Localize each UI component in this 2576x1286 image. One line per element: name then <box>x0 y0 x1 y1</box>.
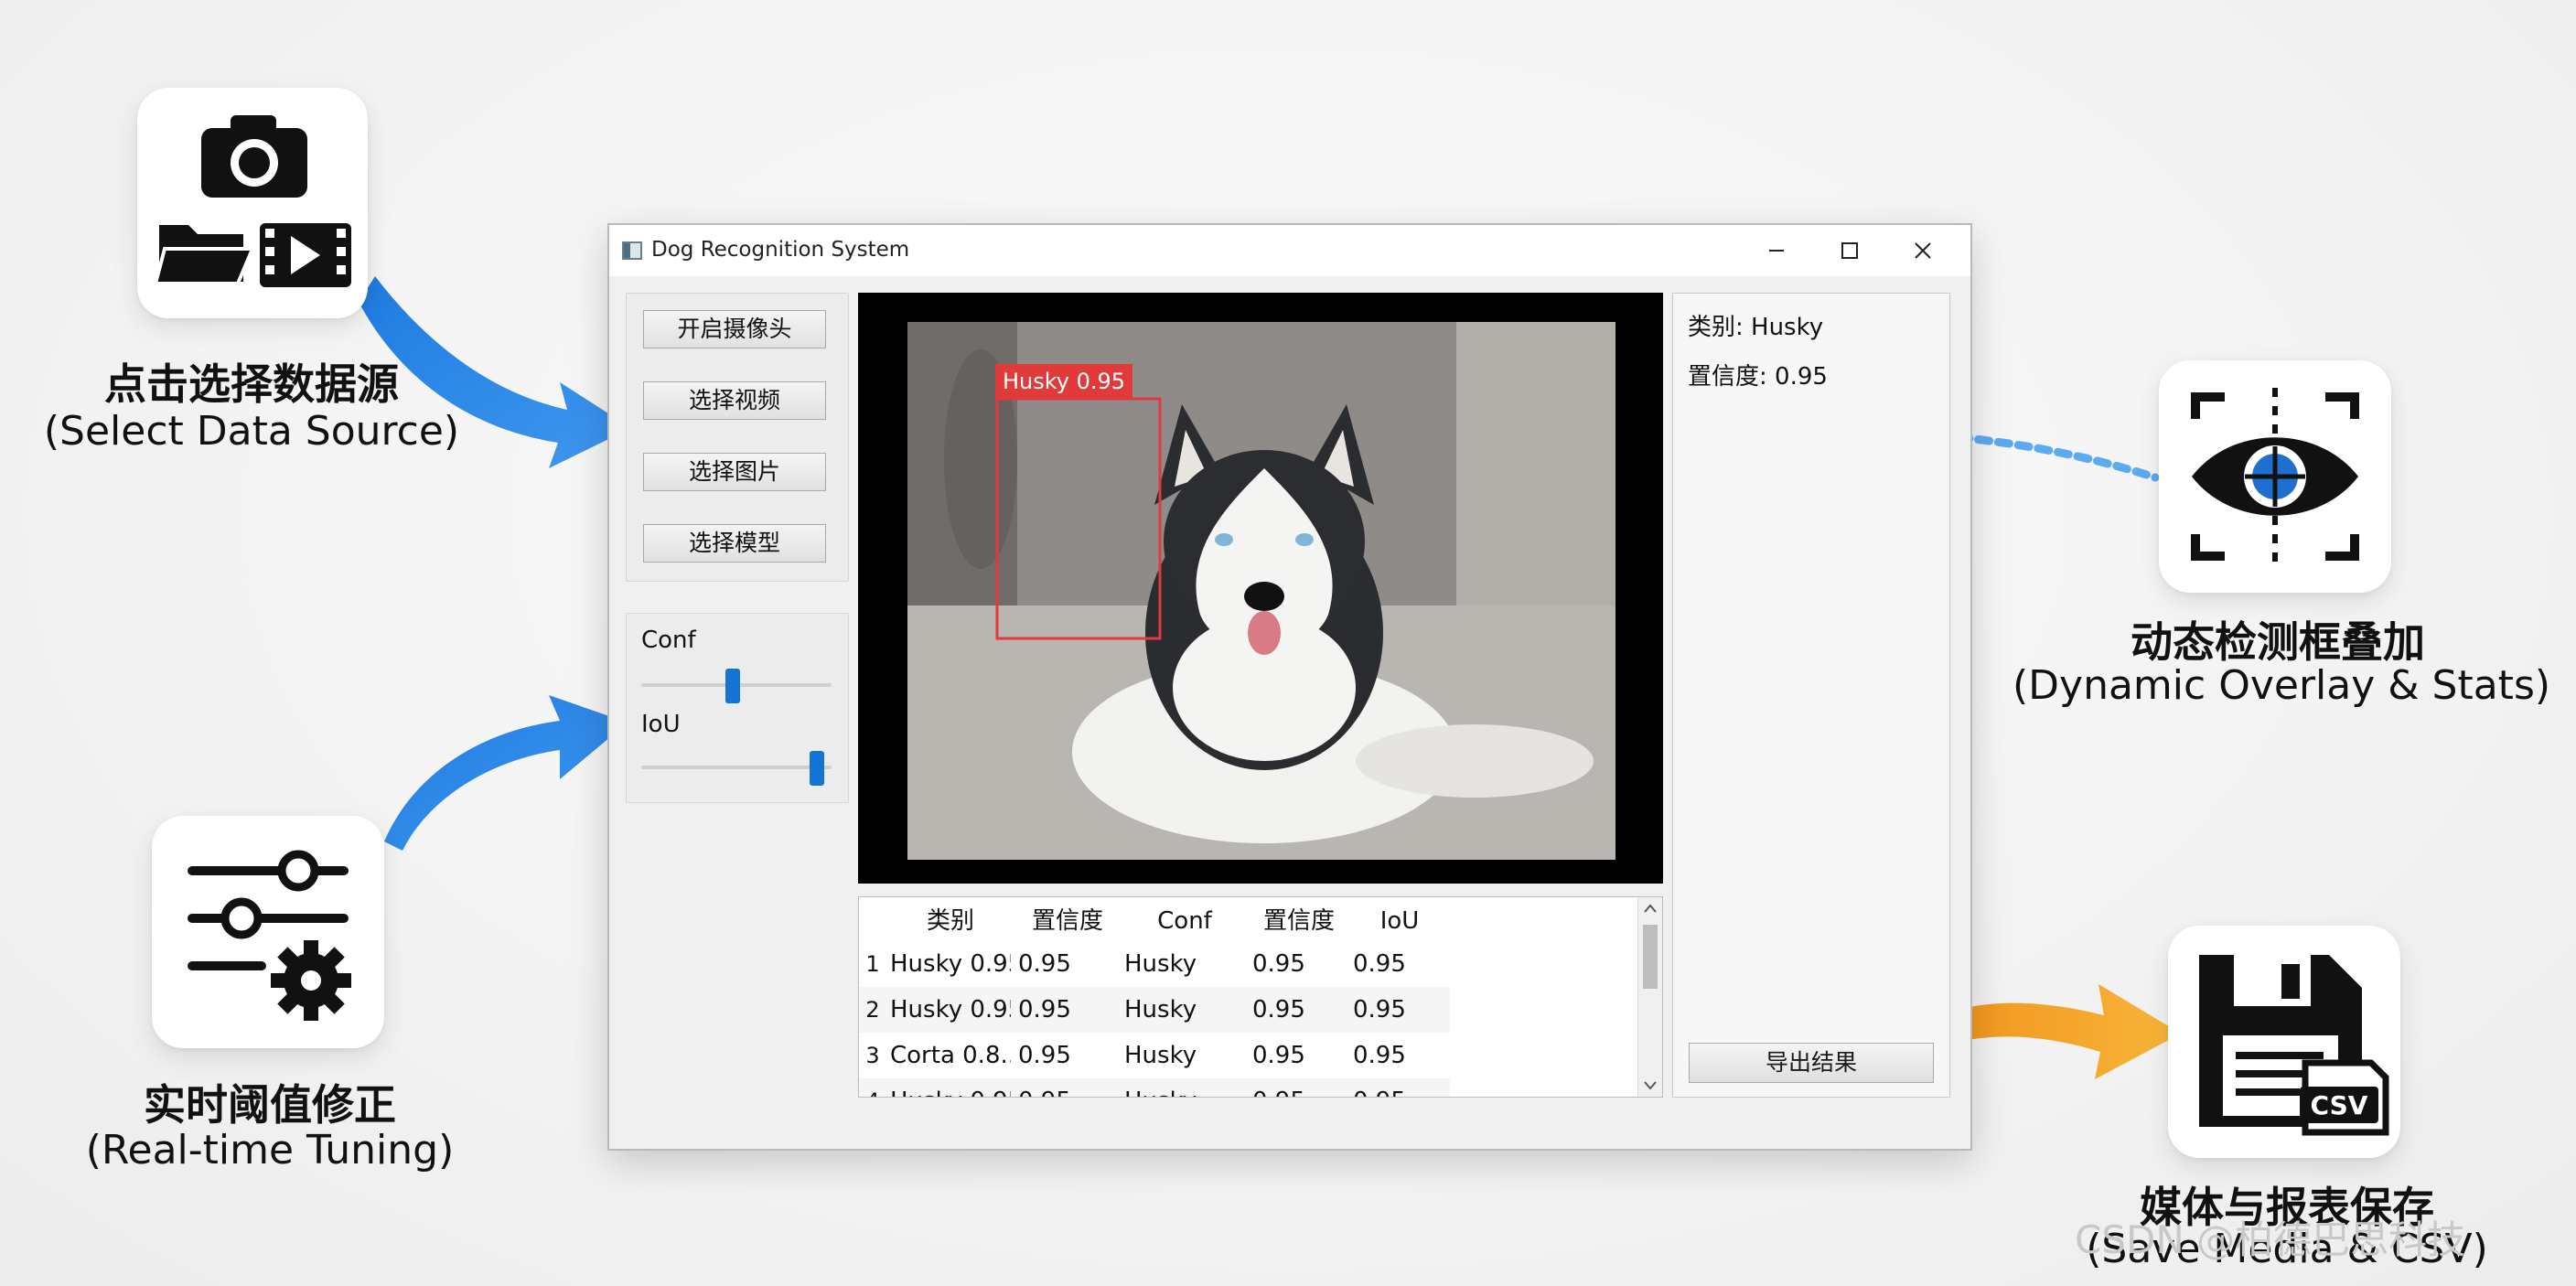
data-source-subtitle: (Select Data Source) <box>43 408 460 455</box>
row-number: 4 <box>859 1078 886 1097</box>
table-row[interactable]: 1 Husky 0.95 0.95 Husky 0.95 0.95 <box>859 941 1450 987</box>
select-model-button[interactable]: 选择模型 <box>643 524 826 563</box>
overlay-title: 动态检测框叠加 <box>2131 617 2425 667</box>
title-bar[interactable]: Dog Recognition System <box>609 225 1970 276</box>
maximize-icon <box>1841 242 1858 259</box>
detection-label: Husky 0.95 <box>1003 369 1125 394</box>
confidence-result: 置信度: 0.95 <box>1688 363 1828 391</box>
eye-target-icon <box>2191 388 2359 565</box>
table-cell: 0.95 <box>1353 1042 1406 1069</box>
close-icon <box>1915 242 1931 259</box>
table-cell: 0.95 <box>1018 1042 1071 1069</box>
video-icon <box>260 223 351 287</box>
table-cell: Husky 0.95 <box>890 1078 1011 1097</box>
iou-slider-handle[interactable] <box>810 751 825 786</box>
camera-icon <box>201 115 307 198</box>
table-cell: 0.95 <box>1252 996 1305 1023</box>
table-header[interactable]: Conf <box>1121 903 1249 939</box>
tuning-card <box>152 816 384 1048</box>
tuning-title: 实时阈值修正 <box>144 1080 396 1130</box>
data-source-card <box>137 88 368 318</box>
conf-label: Conf <box>641 627 696 654</box>
table-cell: 0.95 <box>1252 1042 1305 1069</box>
row-number: 3 <box>865 1043 880 1068</box>
tuning-subtitle: (Real-time Tuning) <box>85 1127 455 1173</box>
table-cell: 0.95 <box>1353 996 1406 1023</box>
table-cell: 0.95 <box>1353 950 1406 978</box>
overlay-subtitle: (Dynamic Overlay & Stats) <box>2012 662 2551 709</box>
table-cell: Husky 0.95 <box>890 950 1011 978</box>
scrollbar-graphics <box>1643 904 1658 1090</box>
select-image-button[interactable]: 选择图片 <box>643 453 826 491</box>
conf-slider-handle[interactable] <box>725 669 741 703</box>
detection-box <box>995 397 1162 640</box>
save-card: CSV <box>2168 926 2400 1158</box>
detection-overlay: Husky 0.95 <box>995 364 1162 640</box>
export-results-button[interactable]: 导出结果 <box>1689 1043 1934 1083</box>
select-video-button[interactable]: 选择视频 <box>643 381 826 420</box>
table-row[interactable]: 2 Husky 0.95 0.95 Husky 0.95 0.95 <box>859 987 1450 1033</box>
watermark: CSDN @柏德巴思科技 <box>2075 1217 2466 1262</box>
data-source-title: 点击选择数据源 <box>104 359 399 409</box>
open-camera-button[interactable]: 开启摄像头 <box>643 310 826 348</box>
table-cell: 0.95 <box>1018 996 1071 1023</box>
table-cell: Corta 0.8... <box>890 1042 1011 1069</box>
table-cell: 0.95 <box>1252 950 1305 978</box>
window-title: Dog Recognition System <box>651 238 910 262</box>
table-cell: 0.95 <box>1018 950 1071 978</box>
minimize-button[interactable] <box>1744 230 1809 271</box>
overlay-card <box>2159 360 2391 593</box>
table-cell: Husky 0.95 <box>890 996 1011 1023</box>
results-table: 类别 置信度 Conf 置信度 IoU 1 Husky 0.95 0.95 Hu… <box>858 896 1663 1098</box>
table-header[interactable]: 置信度 <box>1014 903 1121 939</box>
folder-icon <box>153 225 256 285</box>
table-cell: Husky <box>1124 1042 1197 1069</box>
csv-badge-text: CSV <box>2311 1090 2368 1120</box>
table-cell: 0.95 <box>1252 1078 1344 1097</box>
floppy-csv-icon: CSV <box>2199 955 2389 1136</box>
threshold-group: Conf IoU <box>626 613 849 803</box>
table-header[interactable]: 类别 <box>886 903 1014 939</box>
maximize-button[interactable] <box>1817 230 1883 271</box>
arrow-tuning <box>384 695 628 851</box>
row-number: 2 <box>865 997 880 1023</box>
table-cell: 0.95 <box>1018 1078 1119 1097</box>
image-display: Husky 0.95 <box>858 293 1663 884</box>
table-scrollbar[interactable] <box>1637 897 1662 1097</box>
table-cell: Husky <box>1124 996 1197 1023</box>
class-result: 类别: Husky <box>1688 314 1824 341</box>
table-cell: 0.95 <box>1353 1078 1444 1097</box>
sliders-gear-icon <box>188 850 351 1021</box>
row-number: 1 <box>865 951 880 977</box>
source-button-group: 开启摄像头 选择视频 选择图片 选择模型 <box>626 293 849 582</box>
table-row[interactable]: 4 Husky 0.95 0.95 Husky 0.95 0.95 <box>859 1078 1450 1097</box>
table-header[interactable]: IoU <box>1349 903 1450 939</box>
minimize-icon <box>1769 250 1784 252</box>
table-row[interactable]: 3 Corta 0.8... 0.95 Husky 0.95 0.95 <box>859 1033 1450 1078</box>
scroll-up-icon <box>1644 904 1657 913</box>
stats-panel: 类别: Husky 置信度: 0.95 <box>1672 293 1950 1098</box>
scroll-thumb <box>1643 925 1658 989</box>
data-source-icons <box>153 115 351 287</box>
table-cell: Husky <box>1124 1078 1243 1097</box>
app-window: Dog Recognition System 开启摄像头 选择视频 选择图片 选… <box>607 223 1972 1151</box>
iou-slider-track[interactable] <box>641 766 832 769</box>
iou-label: IoU <box>641 711 681 738</box>
close-button[interactable] <box>1890 230 1956 271</box>
app-icon <box>622 241 642 260</box>
table-cell: Husky <box>1124 950 1197 978</box>
scroll-down-icon <box>1644 1081 1657 1090</box>
table-header[interactable]: 置信度 <box>1249 903 1349 939</box>
